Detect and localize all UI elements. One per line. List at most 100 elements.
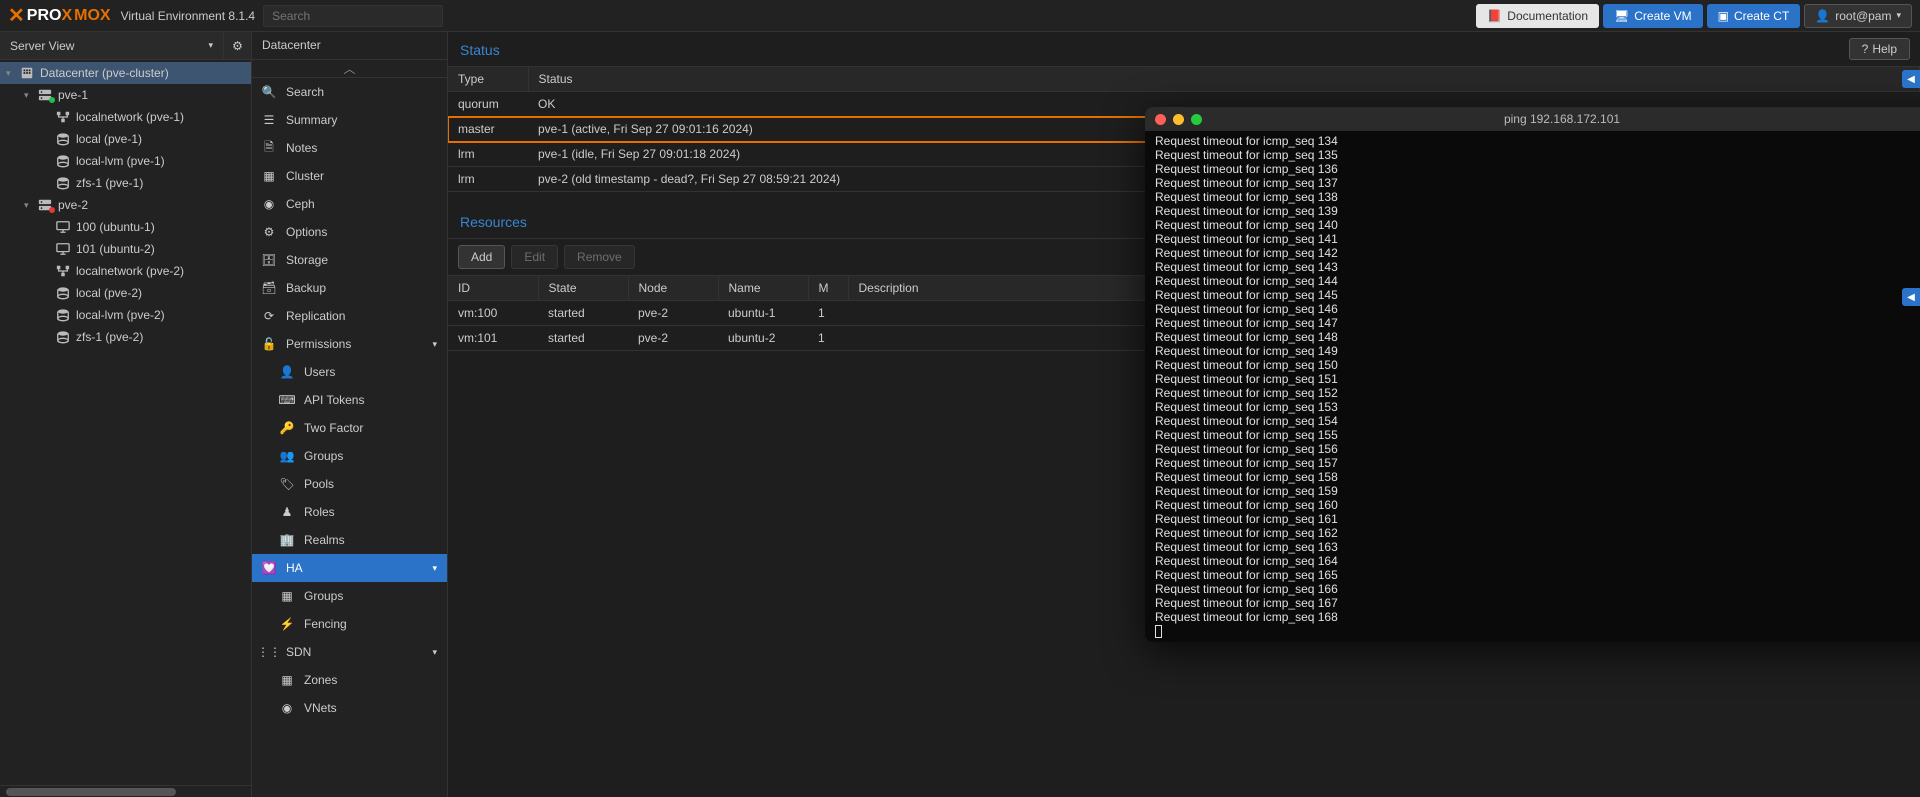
nav-label: Storage [286,253,328,267]
create-vm-button[interactable]: 🖥Create VM [1603,4,1703,28]
tree-item[interactable]: local-lvm (pve-2) [0,304,251,326]
user-menu[interactable]: 👤root@pam▾ [1804,4,1912,28]
twofactor-icon: 🔑 [280,421,294,435]
view-selector[interactable]: Server View▾ [0,32,223,59]
user-icon: 👤 [1815,9,1830,23]
col-state[interactable]: State [538,276,628,301]
tree-toggle[interactable]: ▾ [24,200,36,211]
col-m[interactable]: M [808,276,848,301]
tree-hscroll[interactable] [0,785,251,797]
tree-item[interactable]: local-lvm (pve-1) [0,150,251,172]
nav-item-summary[interactable]: ☰Summary [252,106,447,134]
nav-item-options[interactable]: ⚙ Options [252,218,447,246]
terminal-body[interactable]: Request timeout for icmp_seq 134 Request… [1145,131,1920,642]
nav-item-notes[interactable]: 🗎Notes [252,134,447,162]
ha-icon: 💟 [262,561,276,575]
summary-icon: ☰ [262,113,276,127]
nav-item-zones[interactable]: ▦Zones [252,666,447,694]
add-button[interactable]: Add [458,245,505,269]
cell-name: ubuntu-1 [718,301,808,326]
create-ct-button[interactable]: ▣Create CT [1707,4,1801,28]
nav-item-ceph[interactable]: ◉Ceph [252,190,447,218]
vnets-icon: ◉ [280,701,294,715]
cell-name: ubuntu-2 [718,326,808,351]
col-name[interactable]: Name [718,276,808,301]
notes-icon: 🗎 [262,138,276,159]
monitor-icon: 🖥 [1614,9,1629,23]
nav-item-fencing[interactable]: ⚡ Fencing [252,610,447,638]
tree-item[interactable]: local (pve-1) [0,128,251,150]
nav-item-storage[interactable]: 🗄Storage [252,246,447,274]
gear-icon: ⚙ [232,39,243,53]
nav-item-realms[interactable]: 🏢Realms [252,526,447,554]
col-type[interactable]: Type [448,67,528,92]
tree-toggle[interactable]: ▾ [24,90,36,101]
disk-icon [54,132,72,146]
tree-item[interactable]: 101 (ubuntu-2) [0,238,251,260]
tree-label: 100 (ubuntu-1) [76,220,155,234]
tree-item[interactable]: zfs-1 (pve-2) [0,326,251,348]
nav-label: Fencing [304,617,347,631]
nav-item-groups[interactable]: ▦Groups [252,582,447,610]
nav-item-vnets[interactable]: ◉ VNets [252,694,447,722]
nav-collapse-toggle[interactable]: ︿ [252,60,447,78]
tree-item[interactable]: ▾pve-2 [0,194,251,216]
server-tree[interactable]: ▾Datacenter (pve-cluster)▾pve-1localnetw… [0,60,251,785]
terminal-titlebar[interactable]: ping 192.168.172.101 ⌘⌥2 [1145,107,1920,131]
cell-id: vm:101 [448,326,538,351]
log-toggle-2[interactable]: ◀ [1902,288,1920,306]
tree-item[interactable]: localnetwork (pve-2) [0,260,251,282]
nav-list[interactable]: 🔍Search☰Summary🗎Notes▦Cluster◉Ceph ⚙ Optio… [252,78,447,797]
nav-label: Groups [304,589,343,603]
nav-item-backup[interactable]: 🗃Backup [252,274,447,302]
pools-icon: 🏷 [280,477,294,491]
nav-item-two-factor[interactable]: 🔑 Two Factor [252,414,447,442]
col-id[interactable]: ID [448,276,538,301]
nav-item-search[interactable]: 🔍Search [252,78,447,106]
documentation-button[interactable]: 📕Documentation [1476,4,1599,28]
edit-button[interactable]: Edit [511,245,558,269]
col-status[interactable]: Status [528,67,1920,92]
nav-item-sdn[interactable]: ⋮⋮SDN▾ [252,638,447,666]
search-input[interactable] [263,5,443,27]
tree-label: localnetwork (pve-2) [76,264,184,278]
sdn-icon: ⋮⋮ [262,645,276,659]
nav-item-permissions[interactable]: 🔓Permissions▾ [252,330,447,358]
help-button[interactable]: ?Help [1849,38,1910,60]
nav-label: Zones [304,673,337,687]
col-node[interactable]: Node [628,276,718,301]
log-toggle-1[interactable]: ◀ [1902,70,1920,88]
nav-item-pools[interactable]: 🏷Pools [252,470,447,498]
nav-label: Two Factor [304,421,363,435]
nav-item-roles[interactable]: ♟Roles [252,498,447,526]
tree-item[interactable]: ▾Datacenter (pve-cluster) [0,62,251,84]
options-icon: ⚙ [262,225,276,239]
nav-item-groups[interactable]: 👥Groups [252,442,447,470]
cell-node: pve-2 [628,326,718,351]
cell-m: 1 [808,301,848,326]
nav-label: Realms [304,533,345,547]
nav-label: Groups [304,449,343,463]
terminal-window[interactable]: ping 192.168.172.101 ⌘⌥2 Request timeout… [1145,107,1920,642]
tree-item[interactable]: ▾pve-1 [0,84,251,106]
nav-item-api-tokens[interactable]: ⌨API Tokens [252,386,447,414]
tree-settings-button[interactable]: ⚙ [223,32,251,59]
nav-label: Options [286,225,327,239]
remove-button[interactable]: Remove [564,245,635,269]
nav-item-users[interactable]: 👤Users [252,358,447,386]
nav-label: VNets [304,701,337,715]
tree-item[interactable]: zfs-1 (pve-1) [0,172,251,194]
tree-label: local (pve-2) [76,286,142,300]
disk-icon [54,154,72,168]
nav-item-ha[interactable]: 💟HA▾ [252,554,447,582]
tree-item[interactable]: local (pve-2) [0,282,251,304]
tree-toggle[interactable]: ▾ [6,68,18,79]
nav-item-cluster[interactable]: ▦Cluster [252,162,447,190]
chevron-down-icon: ▾ [1896,10,1901,21]
backup-icon: 🗃 [262,281,276,295]
fencing-icon: ⚡ [280,617,294,631]
tree-item[interactable]: localnetwork (pve-1) [0,106,251,128]
help-icon: ? [1862,42,1869,56]
nav-item-replication[interactable]: ⟳Replication [252,302,447,330]
tree-item[interactable]: 100 (ubuntu-1) [0,216,251,238]
